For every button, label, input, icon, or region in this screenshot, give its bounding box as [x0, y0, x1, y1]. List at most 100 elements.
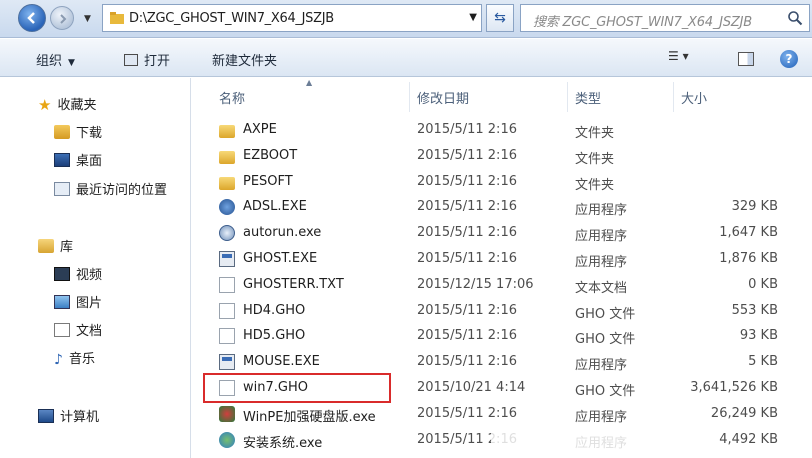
help-button[interactable]: ? — [780, 50, 798, 68]
navigation-pane: ★ 收藏夹 下载 桌面 最近访问的位置 库 视频 图片 文档 ♪ 音乐 计算机 — [0, 78, 190, 458]
file-date: 2015/5/11 2:16 — [417, 199, 517, 215]
file-row[interactable]: HD5.GHO 2015/5/11 2:16 GHO 文件 93 KB — [191, 324, 812, 350]
file-name: AXPE — [243, 122, 277, 137]
nav-desktop-label: 桌面 — [76, 154, 103, 169]
downloads-folder-icon — [54, 125, 70, 139]
file-type: GHO 文件 — [575, 332, 636, 348]
search-input[interactable]: 搜索 ZGC_GHOST_WIN7_X64_JSZJB — [533, 11, 752, 30]
file-row[interactable]: GHOST.EXE 2015/5/11 2:16 应用程序 1,876 KB — [191, 247, 812, 273]
folder-icon — [219, 125, 235, 138]
address-bar-strip: ▼ D:\ZGC_GHOST_WIN7_X64_JSZJB ▼ ⇆ 搜索 ZGC… — [0, 0, 812, 38]
file-row[interactable]: autorun.exe 2015/5/11 2:16 应用程序 1,647 KB — [191, 221, 812, 247]
nav-recent-label: 最近访问的位置 — [76, 183, 168, 198]
address-path-box[interactable]: D:\ZGC_GHOST_WIN7_X64_JSZJB ▼ — [102, 4, 482, 32]
nav-recent[interactable]: 最近访问的位置 — [54, 179, 167, 199]
column-divider[interactable] — [673, 82, 674, 112]
nav-computer[interactable]: 计算机 — [38, 406, 99, 426]
file-row[interactable]: HD4.GHO 2015/5/11 2:16 GHO 文件 553 KB — [191, 299, 812, 325]
file-date: 2015/5/11 2:16 — [417, 173, 517, 189]
file-size: 329 KB — [731, 199, 778, 215]
file-size: 26,249 KB — [710, 405, 778, 421]
column-header-size[interactable]: 大小 — [681, 88, 707, 107]
file-date: 2015/5/11 2:16 — [417, 122, 517, 137]
file-name: autorun.exe — [243, 225, 322, 241]
column-divider[interactable] — [409, 82, 410, 112]
nav-libraries[interactable]: 库 — [38, 236, 73, 256]
nav-documents[interactable]: 文档 — [54, 320, 102, 340]
nav-downloads-label: 下载 — [76, 126, 103, 141]
file-type: 文件夹 — [575, 177, 615, 193]
file-size: 93 KB — [739, 328, 778, 344]
column-divider[interactable] — [567, 82, 568, 112]
new-folder-button[interactable]: 新建文件夹 — [212, 50, 277, 69]
file-type: GHO 文件 — [575, 306, 636, 322]
column-header-date[interactable]: 修改日期 — [417, 88, 469, 107]
file-row[interactable]: WinPE加强硬盘版.exe 2015/5/11 2:16 应用程序 26,249 K… — [191, 402, 812, 428]
file-type: GHO 文件 — [575, 384, 636, 399]
folder-icon — [219, 150, 235, 164]
nav-pictures[interactable]: 图片 — [54, 292, 102, 312]
nav-favorites[interactable]: ★ 收藏夹 — [38, 94, 96, 114]
column-header-type[interactable]: 类型 — [575, 88, 601, 107]
arrow-right-icon — [60, 14, 67, 24]
search-box[interactable]: 搜索 ZGC_GHOST_WIN7_X64_JSZJB — [520, 4, 810, 32]
file-size: 5 KB — [748, 354, 778, 370]
organize-button[interactable]: 组织 ▼ — [36, 50, 75, 69]
file-type: 应用程序 — [575, 358, 628, 374]
file-type: 应用程序 — [575, 255, 628, 270]
arrow-left-icon — [27, 12, 35, 24]
nav-desktop[interactable]: 桌面 — [54, 150, 102, 170]
file-type: 应用程序 — [575, 203, 628, 219]
open-icon — [124, 54, 138, 66]
file-date: 2015/12/15 17:06 — [417, 276, 534, 292]
music-note-icon: ♪ — [54, 352, 63, 368]
file-row[interactable]: AXPE 2015/5/11 2:16 文件夹 — [191, 118, 812, 144]
open-button[interactable]: 打开 — [124, 50, 170, 69]
file-date: 2015/5/11 2:16 — [417, 251, 517, 266]
file-type: 应用程序 — [575, 229, 628, 245]
file-date: 2015/5/11 2:16 — [417, 328, 517, 344]
file-date: 2015/5/11 2:16 — [417, 354, 517, 370]
document-icon — [54, 323, 70, 337]
nav-downloads[interactable]: 下载 — [54, 122, 102, 142]
file-row[interactable]: EZBOOT 2015/5/11 2:16 文件夹 — [191, 144, 812, 170]
application-icon — [219, 405, 235, 422]
view-options-button[interactable]: ☰ ▾ — [668, 49, 689, 63]
recent-places-icon — [54, 182, 70, 196]
refresh-button[interactable]: ⇆ — [486, 4, 514, 32]
picture-icon — [54, 295, 70, 309]
history-dropdown-icon[interactable]: ▼ — [84, 14, 91, 24]
file-name: WinPE加强硬盘版.exe — [243, 409, 376, 425]
file-name: PESOFT — [243, 173, 293, 189]
file-row[interactable]: ADSL.EXE 2015/5/11 2:16 应用程序 329 KB — [191, 195, 812, 221]
application-icon — [219, 199, 235, 216]
back-button[interactable] — [18, 4, 46, 32]
chevron-down-icon[interactable]: ▼ — [469, 12, 477, 23]
file-row[interactable]: PESOFT 2015/5/11 2:16 文件夹 — [191, 170, 812, 196]
view-list-icon: ☰ ▾ — [668, 49, 689, 63]
file-size: 0 KB — [748, 276, 778, 292]
file-size: 1,876 KB — [719, 251, 778, 266]
forward-button[interactable] — [50, 6, 74, 30]
application-icon — [219, 251, 235, 267]
file-row[interactable]: GHOSTERR.TXT 2015/12/15 17:06 文本文档 0 KB — [191, 273, 812, 299]
nav-videos-label: 视频 — [76, 268, 103, 283]
preview-pane-button[interactable] — [738, 52, 754, 66]
file-icon — [219, 276, 235, 293]
nav-videos[interactable]: 视频 — [54, 264, 102, 284]
help-icon: ? — [785, 52, 793, 66]
file-type: 文件夹 — [575, 151, 615, 167]
folder-icon — [219, 176, 235, 190]
command-toolbar: 组织 ▼ 打开 新建文件夹 ☰ ▾ ? — [0, 39, 812, 77]
file-type: 应用程序 — [575, 409, 628, 425]
folder-icon — [110, 12, 124, 24]
nav-documents-label: 文档 — [76, 324, 103, 339]
column-header-name[interactable]: 名称 — [219, 88, 245, 107]
nav-music[interactable]: ♪ 音乐 — [54, 348, 95, 368]
file-date: 2015/5/11 2:16 — [417, 405, 517, 421]
selection-highlight-box — [203, 373, 391, 403]
search-icon[interactable] — [787, 10, 803, 26]
file-name: HD5.GHO — [243, 328, 306, 344]
file-icon — [219, 302, 235, 319]
new-folder-label: 新建文件夹 — [212, 54, 278, 69]
